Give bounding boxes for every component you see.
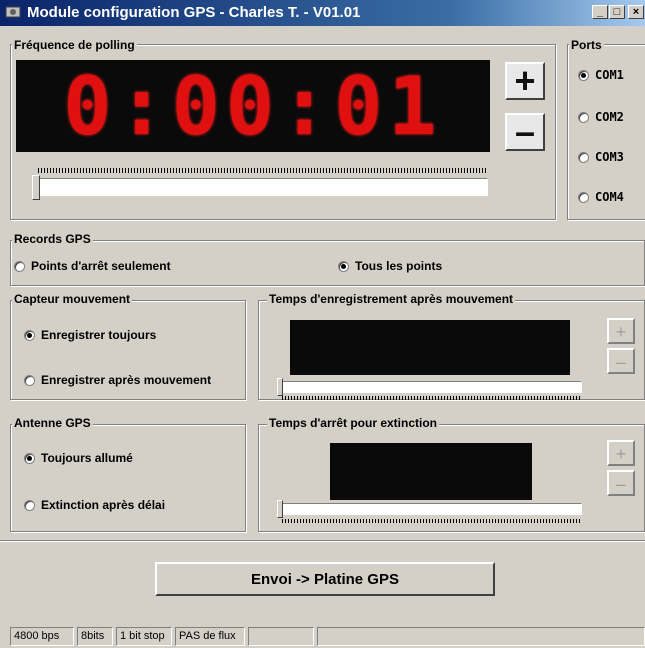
status-baud: 4800 bps bbox=[10, 627, 74, 646]
polling-minus-button[interactable]: – bbox=[505, 113, 545, 151]
capteur-after-move-label: Enregistrer après mouvement bbox=[41, 373, 212, 387]
ports-label: Ports bbox=[569, 38, 604, 52]
polling-led-display: 0:00:01 bbox=[16, 59, 490, 153]
temps-enreg-display bbox=[290, 320, 570, 375]
divider bbox=[0, 540, 645, 542]
temps-enreg-slider[interactable] bbox=[280, 381, 582, 393]
capteur-always-option[interactable]: Enregistrer toujours bbox=[24, 328, 156, 342]
antenne-label: Antenne GPS bbox=[12, 416, 93, 430]
temps-arret-slider-thumb[interactable] bbox=[277, 500, 283, 518]
port-com2[interactable]: COM2 bbox=[578, 110, 624, 124]
temps-arret-slider-ticks bbox=[282, 519, 580, 523]
status-empty-1 bbox=[248, 627, 314, 646]
radio-icon bbox=[578, 111, 589, 123]
status-flow: PAS de flux bbox=[175, 627, 245, 646]
polling-slider[interactable] bbox=[34, 178, 488, 196]
records-label: Records GPS bbox=[12, 232, 93, 246]
app-icon bbox=[5, 6, 21, 18]
port-com1[interactable]: COM1 bbox=[578, 68, 624, 82]
port-com4[interactable]: COM4 bbox=[578, 190, 624, 204]
radio-icon bbox=[24, 374, 35, 386]
capteur-label: Capteur mouvement bbox=[12, 292, 133, 306]
maximize-button[interactable]: □ bbox=[609, 5, 625, 19]
temps-enreg-slider-thumb[interactable] bbox=[277, 378, 283, 396]
port-com2-label: COM2 bbox=[595, 110, 624, 124]
polling-label: Fréquence de polling bbox=[12, 38, 137, 52]
close-button[interactable]: × bbox=[628, 5, 644, 19]
radio-icon bbox=[578, 151, 589, 163]
temps-arret-minus-button[interactable]: – bbox=[607, 470, 635, 496]
temps-enreg-minus-button[interactable]: – bbox=[607, 348, 635, 374]
radio-icon bbox=[338, 260, 349, 272]
temps-enreg-slider-ticks bbox=[282, 396, 580, 400]
records-stop-points-option[interactable]: Points d'arrêt seulement bbox=[14, 259, 171, 273]
status-stopbits: 1 bit stop bbox=[116, 627, 172, 646]
port-com3[interactable]: COM3 bbox=[578, 150, 624, 164]
temps-arret-label: Temps d'arrêt pour extinction bbox=[267, 416, 439, 430]
status-databits: 8bits bbox=[77, 627, 113, 646]
radio-icon bbox=[24, 452, 35, 464]
temps-enreg-label: Temps d'enregistrement après mouvement bbox=[267, 292, 516, 306]
antenne-group: Antenne GPS bbox=[10, 416, 246, 532]
radio-icon bbox=[24, 499, 35, 511]
temps-arret-plus-button[interactable]: + bbox=[607, 440, 635, 466]
temps-arret-display bbox=[330, 443, 532, 500]
minimize-button[interactable]: _ bbox=[592, 5, 608, 19]
port-com3-label: COM3 bbox=[595, 150, 624, 164]
antenne-always-on-option[interactable]: Toujours allumé bbox=[24, 451, 133, 465]
radio-icon bbox=[578, 69, 589, 81]
records-all-points-option[interactable]: Tous les points bbox=[338, 259, 442, 273]
antenne-delay-option[interactable]: Extinction après délai bbox=[24, 498, 165, 512]
polling-plus-button[interactable]: + bbox=[505, 62, 545, 100]
radio-icon bbox=[14, 260, 25, 272]
window-title: Module configuration GPS - Charles T. - … bbox=[27, 4, 361, 21]
polling-slider-ticks bbox=[38, 168, 488, 173]
send-button[interactable]: Envoi -> Platine GPS bbox=[155, 562, 495, 596]
antenne-delay-label: Extinction après délai bbox=[41, 498, 166, 512]
capteur-after-move-option[interactable]: Enregistrer après mouvement bbox=[24, 373, 211, 387]
polling-slider-thumb[interactable] bbox=[32, 175, 40, 200]
title-bar[interactable]: Module configuration GPS - Charles T. - … bbox=[0, 0, 645, 26]
temps-arret-slider[interactable] bbox=[280, 503, 582, 515]
records-all-points-label: Tous les points bbox=[355, 259, 443, 273]
radio-icon bbox=[24, 329, 35, 341]
antenne-always-on-label: Toujours allumé bbox=[41, 451, 133, 465]
port-com1-label: COM1 bbox=[595, 68, 624, 82]
port-com4-label: COM4 bbox=[595, 190, 624, 204]
capteur-always-label: Enregistrer toujours bbox=[41, 328, 157, 342]
radio-icon bbox=[578, 191, 589, 203]
polling-value: 0:00:01 bbox=[63, 59, 443, 153]
temps-enreg-plus-button[interactable]: + bbox=[607, 318, 635, 344]
status-empty-2 bbox=[317, 627, 645, 646]
records-stop-points-label: Points d'arrêt seulement bbox=[31, 259, 171, 273]
